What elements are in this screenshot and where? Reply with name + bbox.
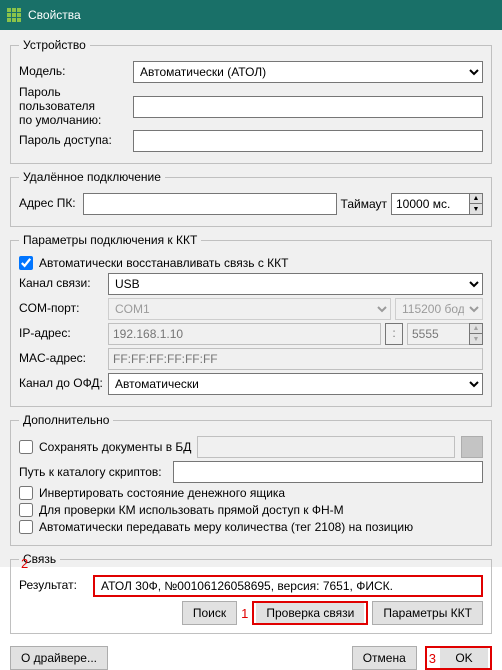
direct-km-checkbox[interactable] (19, 503, 33, 517)
annotation-1: 1 (241, 606, 248, 621)
search-button[interactable]: Поиск (182, 601, 237, 625)
model-label: Модель: (19, 65, 129, 79)
titlebar: Свойства (0, 0, 502, 30)
app-icon (6, 7, 22, 23)
com-port-label: COM-порт: (19, 302, 104, 316)
channel-label: Канал связи: (19, 277, 104, 291)
timeout-input[interactable] (391, 193, 469, 215)
script-path-input[interactable] (173, 461, 483, 483)
annotation-2: 2 (21, 556, 28, 571)
save-db-path-input (197, 436, 455, 458)
ip-colon: : (385, 323, 403, 345)
result-label: Результат: (19, 579, 89, 593)
com-port-select: COM1 (108, 298, 391, 320)
check-connection-button[interactable]: Проверка связи (256, 603, 364, 623)
kkt-params-button[interactable]: Параметры ККТ (372, 601, 483, 625)
group-link: Связь 2 Результат: АТОЛ 30Ф, №0010612605… (10, 552, 492, 634)
direct-km-label: Для проверки КМ использовать прямой дост… (39, 503, 344, 517)
script-path-label: Путь к каталогу скриптов: (19, 465, 169, 479)
ofd-channel-label: Канал до ОФД: (19, 377, 104, 391)
save-db-checkbox[interactable] (19, 440, 33, 454)
group-remote-legend: Удалённое подключение (19, 170, 165, 184)
ip-port-down: ▼ (470, 334, 482, 344)
save-db-label: Сохранять документы в БД (39, 440, 191, 454)
pc-address-input[interactable] (83, 193, 337, 215)
model-select[interactable]: Автоматически (АТОЛ) (133, 61, 483, 83)
mac-address-input (108, 348, 483, 370)
annotation-3: 3 (429, 651, 436, 666)
window-title: Свойства (28, 8, 81, 22)
channel-select[interactable]: USB (108, 273, 483, 295)
highlight-result: АТОЛ 30Ф, №00106126058695, версия: 7651,… (93, 575, 483, 597)
highlight-check: Проверка связи (252, 601, 368, 625)
timeout-spinner[interactable]: ▲ ▼ (391, 193, 483, 215)
cancel-button[interactable]: Отмена (352, 646, 417, 670)
save-db-browse-button[interactable] (461, 436, 483, 458)
auto-restore-checkbox[interactable] (19, 256, 33, 270)
mac-address-label: MAC-адрес: (19, 352, 104, 366)
access-password-input[interactable] (133, 130, 483, 152)
about-driver-button[interactable]: О драйвере... (10, 646, 108, 670)
ip-port-spinner: ▲ ▼ (407, 323, 483, 345)
group-extra: Дополнительно Сохранять документы в БД П… (10, 413, 492, 546)
auto-restore-label: Автоматически восстанавливать связь с КК… (39, 256, 288, 270)
com-baud-select: 115200 бод (395, 298, 483, 320)
ip-address-input (108, 323, 381, 345)
ip-port-input (407, 323, 469, 345)
auto-measure-label: Автоматически передавать меру количества… (39, 520, 413, 534)
group-connection-legend: Параметры подключения к ККТ (19, 233, 201, 247)
timeout-down[interactable]: ▼ (470, 204, 482, 214)
group-extra-legend: Дополнительно (19, 413, 113, 427)
group-connection: Параметры подключения к ККТ Автоматическ… (10, 233, 492, 407)
highlight-ok: 3 OK (425, 646, 492, 670)
group-remote: Удалённое подключение Адрес ПК: Таймаут … (10, 170, 492, 227)
group-device: Устройство Модель: Автоматически (АТОЛ) … (10, 38, 492, 164)
user-password-input[interactable] (133, 96, 483, 118)
group-device-legend: Устройство (19, 38, 90, 52)
ip-port-up: ▲ (470, 324, 482, 334)
ofd-channel-select[interactable]: Автоматически (108, 373, 483, 395)
pc-address-label: Адрес ПК: (19, 197, 79, 211)
invert-drawer-label: Инвертировать состояние денежного ящика (39, 486, 285, 500)
user-password-label: Пароль пользователя по умолчанию: (19, 86, 129, 127)
access-password-label: Пароль доступа: (19, 134, 129, 148)
timeout-up[interactable]: ▲ (470, 194, 482, 204)
ok-button[interactable]: OK (440, 648, 488, 668)
ip-address-label: IP-адрес: (19, 327, 104, 341)
timeout-label: Таймаут (341, 197, 387, 211)
auto-measure-checkbox[interactable] (19, 520, 33, 534)
result-value: АТОЛ 30Ф, №00106126058695, версия: 7651,… (97, 577, 479, 595)
invert-drawer-checkbox[interactable] (19, 486, 33, 500)
